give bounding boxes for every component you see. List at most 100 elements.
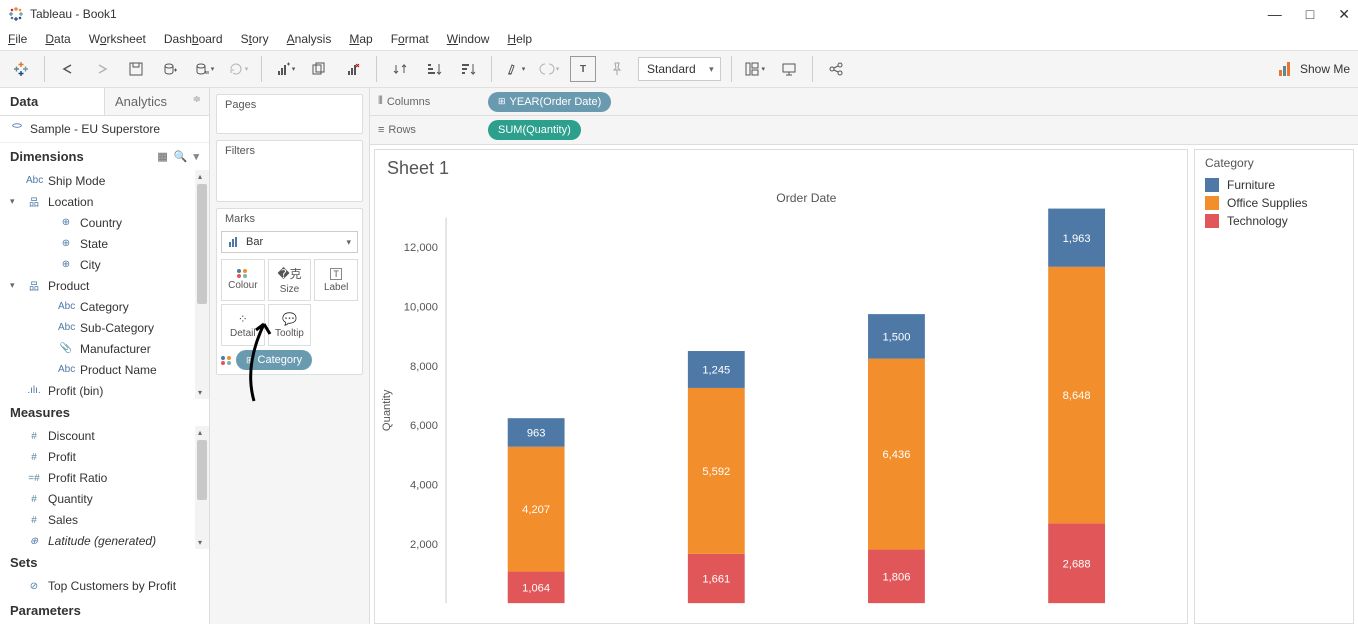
- svg-text:1,963: 1,963: [1063, 232, 1091, 244]
- tableau-icon[interactable]: [8, 56, 34, 82]
- tooltip-icon: 💬: [282, 312, 297, 326]
- svg-text:2,000: 2,000: [410, 538, 438, 550]
- sheet-title[interactable]: Sheet 1: [375, 150, 1187, 187]
- field-latitude-generated-[interactable]: ⊕Latitude (generated): [0, 531, 209, 549]
- menubar: File Data Worksheet Dashboard Story Anal…: [0, 28, 1358, 50]
- rows-shelf[interactable]: ≡Rows SUM(Quantity): [370, 116, 1358, 144]
- pages-card[interactable]: Pages: [216, 94, 363, 134]
- menu-data[interactable]: Data: [45, 32, 70, 46]
- fit-select[interactable]: Standard: [638, 57, 721, 81]
- columns-pill[interactable]: ⊞YEAR(Order Date): [488, 92, 611, 112]
- menu-worksheet[interactable]: Worksheet: [89, 32, 146, 46]
- field-top-customers-by-profit[interactable]: ⊘Top Customers by Profit: [0, 576, 209, 597]
- scrollbar[interactable]: ▴▾: [195, 426, 209, 549]
- chart[interactable]: Order DateQuantity2,0004,0006,0008,00010…: [375, 187, 1187, 623]
- clear-button[interactable]: [340, 56, 366, 82]
- svg-text:8,648: 8,648: [1063, 390, 1091, 402]
- labels-button[interactable]: T: [570, 56, 596, 82]
- field-sales[interactable]: #Sales: [0, 510, 209, 531]
- svg-text:Order Date: Order Date: [776, 191, 836, 205]
- columns-shelf[interactable]: ⦀Columns ⊞YEAR(Order Date): [370, 88, 1358, 116]
- sort-desc-button[interactable]: [455, 56, 481, 82]
- field-profit-bin-[interactable]: .ılı.Profit (bin): [0, 380, 209, 399]
- field-city[interactable]: ⊕City: [0, 254, 209, 275]
- field-profit-ratio[interactable]: =#Profit Ratio: [0, 468, 209, 489]
- colour-icon: [237, 269, 248, 278]
- menu-help[interactable]: Help: [507, 32, 532, 46]
- field-profit[interactable]: #Profit: [0, 447, 209, 468]
- svg-text:4,000: 4,000: [410, 479, 438, 491]
- colour-button[interactable]: Colour: [221, 259, 265, 301]
- menu-analysis[interactable]: Analysis: [287, 32, 332, 46]
- svg-text:Quantity: Quantity: [381, 389, 393, 431]
- group-button[interactable]: ▾: [536, 56, 562, 82]
- tooltip-button[interactable]: 💬Tooltip: [268, 304, 312, 346]
- close-button[interactable]: ✕: [1338, 6, 1350, 23]
- legend-item-office-supplies[interactable]: Office Supplies: [1205, 194, 1343, 212]
- menu-icon[interactable]: ▾: [193, 150, 199, 163]
- menu-window[interactable]: Window: [447, 32, 490, 46]
- field-product[interactable]: ▾品Product: [0, 275, 209, 296]
- field-product-name[interactable]: AbcProduct Name: [0, 359, 209, 380]
- svg-text:1,661: 1,661: [702, 573, 730, 585]
- colour-icon: [221, 356, 232, 365]
- plus-icon: ⊞: [246, 355, 254, 366]
- search-icon[interactable]: 🔍: [174, 150, 188, 163]
- pause-updates-button[interactable]: ▾: [191, 56, 217, 82]
- undo-button[interactable]: [55, 56, 81, 82]
- presentation-button[interactable]: [776, 56, 802, 82]
- detail-button[interactable]: ⁘Detail: [221, 304, 265, 346]
- svg-text:6,436: 6,436: [882, 449, 910, 461]
- field-ship-mode[interactable]: AbcShip Mode: [0, 170, 209, 191]
- highlight-button[interactable]: ▾: [502, 56, 528, 82]
- field-discount[interactable]: #Discount: [0, 426, 209, 447]
- sort-asc-button[interactable]: [421, 56, 447, 82]
- datasource-item[interactable]: Sample - EU Superstore: [0, 116, 209, 143]
- swap-button[interactable]: [387, 56, 413, 82]
- field-quantity[interactable]: #Quantity: [0, 489, 209, 510]
- colour-pill-category[interactable]: ⊞Category: [236, 350, 312, 370]
- field-country[interactable]: ⊕Country: [0, 212, 209, 233]
- minimize-button[interactable]: —: [1268, 6, 1282, 23]
- new-data-button[interactable]: [157, 56, 183, 82]
- menu-format[interactable]: Format: [391, 32, 429, 46]
- menu-file[interactable]: File: [8, 32, 27, 46]
- field-category[interactable]: AbcCategory: [0, 296, 209, 317]
- label-button[interactable]: TLabel: [314, 259, 358, 301]
- tab-data[interactable]: Data: [0, 88, 104, 115]
- svg-text:6,000: 6,000: [410, 420, 438, 432]
- parameters-header: Parameters: [0, 597, 209, 624]
- new-worksheet-button[interactable]: ▾: [272, 56, 298, 82]
- maximize-button[interactable]: □: [1306, 6, 1314, 23]
- legend-item-furniture[interactable]: Furniture: [1205, 176, 1343, 194]
- scrollbar[interactable]: ▴▾: [195, 170, 209, 399]
- tab-analytics[interactable]: Analytics: [104, 88, 209, 115]
- svg-text:1,064: 1,064: [522, 582, 550, 594]
- svg-text:4,207: 4,207: [522, 504, 550, 516]
- share-button[interactable]: [823, 56, 849, 82]
- field-location[interactable]: ▾品Location: [0, 191, 209, 212]
- menu-map[interactable]: Map: [349, 32, 372, 46]
- filters-card[interactable]: Filters: [216, 140, 363, 202]
- detail-icon: ⁘: [238, 312, 248, 326]
- save-button[interactable]: [123, 56, 149, 82]
- scroll-down-icon[interactable]: ▾: [198, 388, 202, 397]
- marktype-select[interactable]: Bar: [221, 231, 358, 253]
- pin-button[interactable]: [604, 56, 630, 82]
- duplicate-button[interactable]: [306, 56, 332, 82]
- field-sub-category[interactable]: AbcSub-Category: [0, 317, 209, 338]
- menu-dashboard[interactable]: Dashboard: [164, 32, 223, 46]
- legend-item-technology[interactable]: Technology: [1205, 212, 1343, 230]
- refresh-button[interactable]: ▾: [225, 56, 251, 82]
- redo-button[interactable]: [89, 56, 115, 82]
- menu-story[interactable]: Story: [241, 32, 269, 46]
- field-manufacturer[interactable]: 📎Manufacturer: [0, 338, 209, 359]
- size-button[interactable]: �克Size: [268, 259, 312, 301]
- showme-button[interactable]: Show Me: [1278, 61, 1350, 77]
- rows-pill[interactable]: SUM(Quantity): [488, 120, 581, 140]
- data-panel: Data Analytics Sample - EU Superstore Di…: [0, 88, 210, 624]
- scroll-up-icon[interactable]: ▴: [198, 172, 202, 181]
- view-icon[interactable]: ▦: [157, 150, 167, 163]
- field-state[interactable]: ⊕State: [0, 233, 209, 254]
- show-cards-button[interactable]: ▾: [742, 56, 768, 82]
